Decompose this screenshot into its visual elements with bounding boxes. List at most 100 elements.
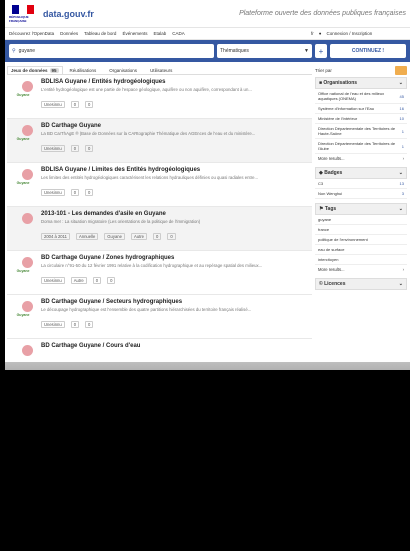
- facet-tags-more[interactable]: More results... ›: [315, 265, 407, 274]
- tab-users[interactable]: Utilisateurs: [144, 67, 178, 74]
- result-thumbnail: Guyane: [9, 79, 37, 114]
- facet-organisations-title: ■ Organisations: [319, 80, 358, 86]
- nav-item-events[interactable]: Événements: [122, 31, 147, 36]
- chevron-down-icon: ⌄: [398, 80, 403, 86]
- sort-control[interactable]: Trier par: [315, 66, 407, 75]
- result-meta-item: 0: [167, 233, 176, 240]
- facet-tag-item[interactable]: eau de surface: [315, 245, 407, 255]
- result-meta-item: 0: [85, 101, 94, 108]
- result-meta-item: 0: [85, 189, 94, 196]
- facet-tag-item[interactable]: politique de l'environnement: [315, 235, 407, 245]
- result-meta-item: 0: [85, 145, 94, 152]
- marianne-logo: RÉPUBLIQUE FRANÇAISE: [9, 4, 37, 24]
- result-title[interactable]: BDLISA Guyane / Limites des Entités hydr…: [41, 167, 310, 173]
- facet-badge-item[interactable]: Non Wenghui 3: [315, 189, 407, 199]
- nav-item-cada[interactable]: CADA: [172, 31, 185, 36]
- facet-organisation-item[interactable]: Direction Départementale des Territoires…: [315, 139, 407, 154]
- site-name[interactable]: data.gouv.fr: [43, 9, 94, 19]
- facet-organisations-list: Office national de l'eau et des milieux …: [315, 89, 407, 154]
- facet-organisation-item[interactable]: Office national de l'eau et des milieux …: [315, 89, 407, 104]
- facet-organisation-item[interactable]: Ministère de l'Intérieur 10: [315, 114, 407, 124]
- facet-organisation-item[interactable]: Système d'information sur l'Eau 16: [315, 104, 407, 114]
- result-meta-item: 0: [70, 189, 80, 196]
- facet-label: Direction Départementale des Territoires…: [318, 141, 396, 151]
- facet-badges-title: ◆ Badges: [319, 170, 343, 176]
- result-title[interactable]: BD Carthage Guyane / Secteurs hydrograph…: [41, 299, 310, 305]
- facet-label: guyane: [318, 217, 332, 222]
- facet-licences-header[interactable]: © Licences ⌄: [315, 278, 407, 290]
- sort-label: Trier par: [315, 68, 332, 73]
- chevron-down-icon: ⌄: [398, 206, 403, 212]
- nav-item-discover[interactable]: Découvrez l'OpenData: [9, 31, 54, 36]
- result-meta: Unesinnu Autre 0 0: [41, 277, 310, 284]
- tab-organisations[interactable]: Organisations: [103, 67, 143, 74]
- facet-count: 3: [401, 191, 404, 196]
- result-meta: Unesinnu 0 0: [41, 321, 310, 328]
- facet-badge-item[interactable]: C3 13: [315, 179, 407, 189]
- facet-tag-item[interactable]: france: [315, 225, 407, 235]
- search-icon: ⚲: [12, 48, 16, 54]
- site-tagline: Plateforme ouverte des données publiques…: [239, 10, 406, 17]
- result-meta-item: Annuelle: [75, 233, 99, 240]
- results-column: Jeux de données 95 Réutilisations Organis…: [5, 66, 312, 370]
- facet-tags-header[interactable]: ⚑ Tags ⌄: [315, 203, 407, 215]
- result-title[interactable]: BD Carthage Guyane: [41, 123, 310, 129]
- result-item[interactable]: Guyane BDLISA Guyane / Entités hydrogéolo…: [7, 75, 312, 119]
- result-item[interactable]: Guyane BDLISA Guyane / Limites des Entité…: [7, 163, 312, 207]
- search-input[interactable]: ⚲ guyane: [9, 44, 214, 58]
- chevron-right-icon: ›: [402, 156, 404, 161]
- thumbnail-label: Guyane: [16, 181, 30, 185]
- result-meta-item: 0: [70, 101, 80, 108]
- tab-reuses[interactable]: Réutilisations: [64, 67, 103, 74]
- facet-count: 45: [399, 93, 404, 99]
- result-title[interactable]: BDLISA Guyane / Entités hydrogéologiques: [41, 79, 310, 85]
- result-item[interactable]: 2013-101 - Les demandes d'asile en Guyan…: [7, 207, 312, 251]
- result-meta-item: 0: [70, 321, 80, 328]
- result-meta-item: Unesinnu: [41, 101, 65, 108]
- facet-count: 1: [401, 143, 404, 149]
- facet-organisations-more[interactable]: More results... ›: [315, 154, 407, 163]
- page-body: Jeux de données 95 Réutilisations Organis…: [5, 62, 410, 370]
- site-logo[interactable]: RÉPUBLIQUE FRANÇAISE data.gouv.fr: [9, 4, 94, 24]
- facet-count: 1: [401, 128, 404, 134]
- logo-text: RÉPUBLIQUE FRANÇAISE: [9, 14, 29, 23]
- result-item[interactable]: Guyane BD Carthage Guyane / Secteurs hydr…: [7, 295, 312, 339]
- result-meta: Unesinnu 0 0: [41, 101, 310, 108]
- result-title[interactable]: BD Carthage Guyane / Cours d'eau: [41, 343, 310, 349]
- browser-screen: RÉPUBLIQUE FRANÇAISE data.gouv.fr Platef…: [5, 0, 410, 370]
- sort-select[interactable]: [395, 66, 407, 75]
- language-selector[interactable]: fr: [311, 31, 314, 36]
- nav-item-etalab[interactable]: Etalab: [153, 31, 166, 36]
- result-item[interactable]: BD Carthage Guyane / Cours d'eau: [7, 339, 312, 370]
- facet-licences-title: © Licences: [319, 281, 346, 287]
- facet-tag-item[interactable]: guyane: [315, 215, 407, 225]
- result-description: La circulaire n°91-50 du 12 février 1991…: [41, 263, 263, 268]
- facet-label: politique de l'environnement: [318, 237, 368, 242]
- result-title[interactable]: BD Carthage Guyane / Zones hydrographiqu…: [41, 255, 310, 261]
- facet-tags-title: ⚑ Tags: [319, 206, 337, 212]
- facet-organisation-item[interactable]: Direction Départementale des Territoires…: [315, 124, 407, 139]
- facet-count: 13: [399, 181, 404, 186]
- topic-select[interactable]: Thématiques ▼: [217, 44, 312, 58]
- result-meta-item: Unesinnu: [41, 277, 65, 284]
- facet-badges-header[interactable]: ◆ Badges ⌄: [315, 167, 407, 179]
- search-submit-button[interactable]: CONTINUEZ !: [330, 44, 406, 58]
- result-meta: 2004 à 2011 Annuelle Guyane Autre 0 0: [41, 233, 310, 240]
- nav-item-dashboard[interactable]: Tableau de bord: [84, 31, 116, 36]
- facet-tag-item[interactable]: intercitoyen: [315, 255, 407, 265]
- login-link[interactable]: Connexion / Inscription: [326, 31, 372, 36]
- chevron-down-icon: ⌄: [398, 281, 403, 287]
- screen-fade-overlay: [0, 362, 410, 551]
- nav-item-data[interactable]: Données: [60, 31, 78, 36]
- facet-tags-list: guyane france politique de l'environnement…: [315, 215, 407, 265]
- result-title[interactable]: 2013-101 - Les demandes d'asile en Guyan…: [41, 211, 310, 217]
- result-item[interactable]: Guyane BD Carthage Guyane / Zones hydrogr…: [7, 251, 312, 295]
- facets-sidebar: Trier par ■ Organisations ⌄ Office natio…: [312, 66, 410, 370]
- result-item[interactable]: Guyane BD Carthage Guyane La BD CarThAgE ®…: [7, 119, 312, 163]
- tab-datasets[interactable]: Jeux de données 95: [7, 66, 63, 74]
- add-filter-button[interactable]: +: [315, 44, 327, 58]
- facet-organisations-header[interactable]: ■ Organisations ⌄: [315, 77, 407, 89]
- chevron-down-icon: ▼: [304, 48, 309, 54]
- facet-label: Système d'information sur l'Eau: [318, 106, 374, 111]
- facet-label: Office national de l'eau et des milieux …: [318, 91, 385, 101]
